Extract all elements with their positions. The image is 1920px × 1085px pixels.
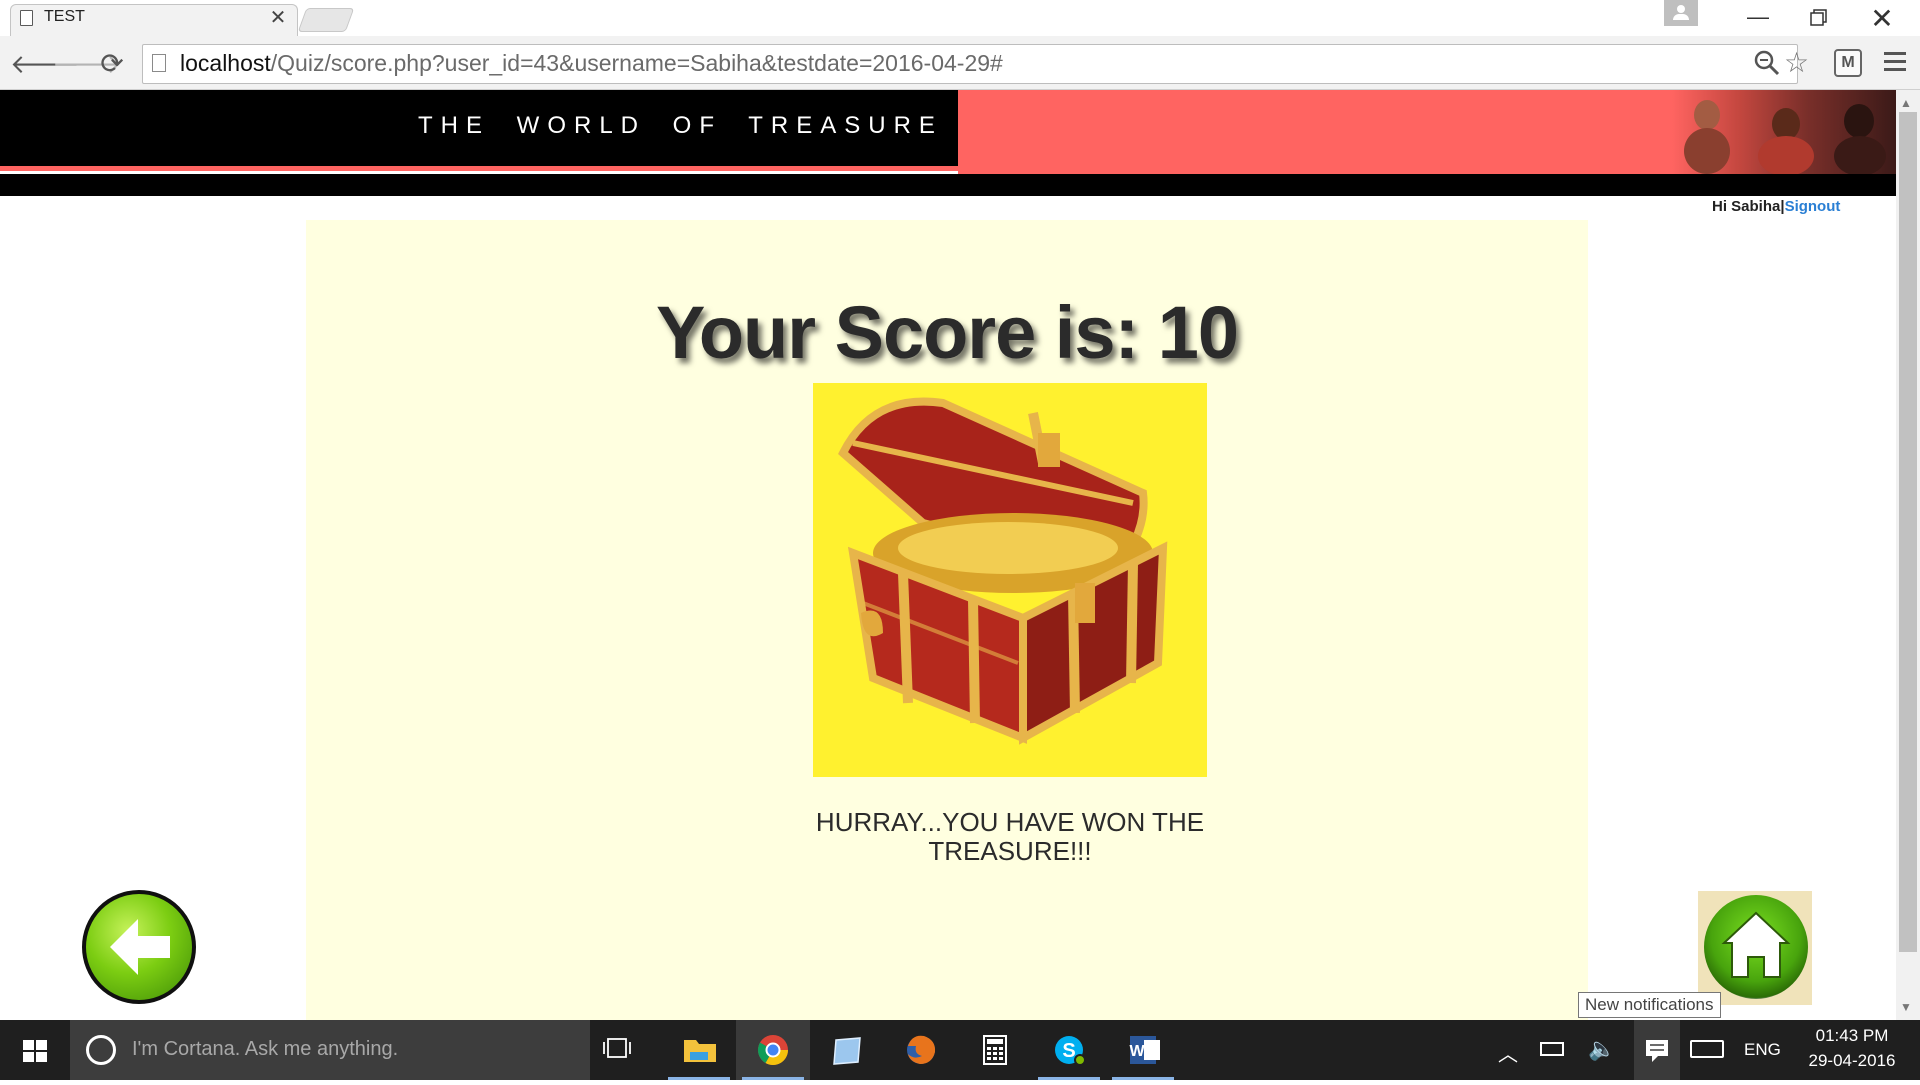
new-tab-button[interactable] — [297, 8, 355, 32]
calculator-icon — [983, 1035, 1007, 1065]
back-button[interactable] — [82, 890, 196, 1004]
touch-keyboard-icon[interactable] — [1690, 1040, 1724, 1058]
url-text[interactable]: localhost/Quiz/score.php?user_id=43&user… — [180, 50, 1003, 77]
cortana-icon — [86, 1035, 116, 1065]
taskbar-calculator[interactable] — [958, 1020, 1032, 1080]
back-arrow-icon[interactable]: 🡐 — [10, 48, 80, 80]
reload-icon[interactable]: ⟳ — [96, 48, 128, 80]
scroll-down-icon[interactable]: ▼ — [1900, 1000, 1912, 1014]
input-language[interactable]: ENG — [1744, 1040, 1781, 1060]
scroll-up-icon[interactable]: ▲ — [1900, 96, 1912, 110]
notifications-tooltip: New notifications — [1578, 992, 1721, 1018]
firefox-icon — [907, 1035, 936, 1064]
treasure-chest-image — [813, 383, 1207, 777]
cortana-placeholder: I'm Cortana. Ask me anything. — [132, 1038, 399, 1060]
photo-person — [1844, 104, 1874, 138]
word-icon: W — [1129, 1036, 1160, 1064]
forward-arrow-icon[interactable]: 🡒 — [52, 48, 122, 80]
start-button[interactable] — [0, 1020, 70, 1080]
volume-icon[interactable]: 🔈 — [1588, 1036, 1615, 1062]
extension-icon[interactable]: M — [1834, 49, 1862, 77]
close-window-icon[interactable]: ✕ — [1862, 2, 1902, 34]
tab-title: TEST — [44, 8, 85, 25]
taskbar-notepad[interactable] — [810, 1020, 884, 1080]
show-hidden-icons[interactable]: ︿ — [1498, 1038, 1518, 1067]
profile-button[interactable] — [1664, 0, 1698, 26]
taskbar-word[interactable]: W — [1106, 1020, 1180, 1080]
signout-link[interactable]: Signout — [1785, 198, 1841, 215]
scroll-thumb[interactable] — [1899, 112, 1917, 952]
folder-icon — [684, 1040, 716, 1062]
banner-strip — [0, 174, 1896, 196]
win-message: HURRAY...YOU HAVE WON THE TREASURE!!! — [815, 807, 1205, 866]
notification-icon — [1646, 1040, 1668, 1062]
minimize-icon[interactable]: — — [1738, 4, 1778, 32]
site-title: THE WORLD OF TREASURE — [418, 112, 943, 139]
battery-icon[interactable] — [1540, 1042, 1564, 1056]
windows-logo-icon — [23, 1040, 47, 1062]
close-tab-icon[interactable]: ✕ — [268, 5, 288, 30]
profile-icon — [1677, 5, 1685, 13]
page-info-icon[interactable] — [152, 54, 166, 72]
taskbar-firefox[interactable] — [884, 1020, 958, 1080]
score-heading: Your Score is: 10 — [655, 291, 1239, 374]
profile-icon-body — [1673, 14, 1689, 20]
clock-date[interactable]: 29-04-2016 — [1800, 1051, 1904, 1071]
photo-person — [1694, 100, 1720, 130]
home-button[interactable] — [1698, 891, 1812, 1005]
bookmark-star-icon[interactable]: ☆ — [1784, 46, 1809, 79]
page-icon — [20, 10, 33, 26]
url-path: /Quiz/score.php?user_id=43&username=Sabi… — [270, 50, 1003, 76]
notepad-icon — [833, 1037, 861, 1065]
photo-person-body — [1758, 136, 1814, 176]
svg-text:S: S — [1062, 1040, 1075, 1062]
taskbar-chrome[interactable] — [736, 1020, 810, 1080]
taskbar-file-explorer[interactable] — [662, 1020, 736, 1080]
banner-red-line — [0, 166, 958, 171]
url-host: localhost — [180, 50, 271, 76]
chrome-icon — [757, 1035, 788, 1066]
photo-person-body — [1834, 136, 1886, 176]
skype-icon: S — [1055, 1036, 1086, 1066]
web-page: THE WORLD OF TREASURE Hi Sabiha|Signout … — [0, 90, 1896, 1020]
home-icon — [1704, 895, 1808, 999]
browser-menu-icon[interactable] — [1884, 52, 1906, 76]
action-center-button[interactable] — [1634, 1020, 1680, 1080]
score-panel: Your Score is: 10 HURRAY...YOU HAVE WON … — [306, 220, 1588, 1020]
greeting-text: Hi Sabiha — [1712, 198, 1781, 215]
zoom-icon[interactable] — [1752, 48, 1782, 78]
user-greeting: Hi Sabiha|Signout — [1712, 198, 1840, 215]
banner-photo — [1672, 90, 1896, 176]
restore-icon[interactable] — [1796, 4, 1836, 32]
left-arrow-icon — [110, 919, 170, 975]
photo-person-body — [1684, 128, 1730, 174]
taskbar-skype[interactable]: S — [1032, 1020, 1106, 1080]
clock-time[interactable]: 01:43 PM — [1800, 1026, 1904, 1046]
task-view-icon[interactable] — [602, 1036, 632, 1060]
svg-text:W: W — [1129, 1043, 1145, 1060]
